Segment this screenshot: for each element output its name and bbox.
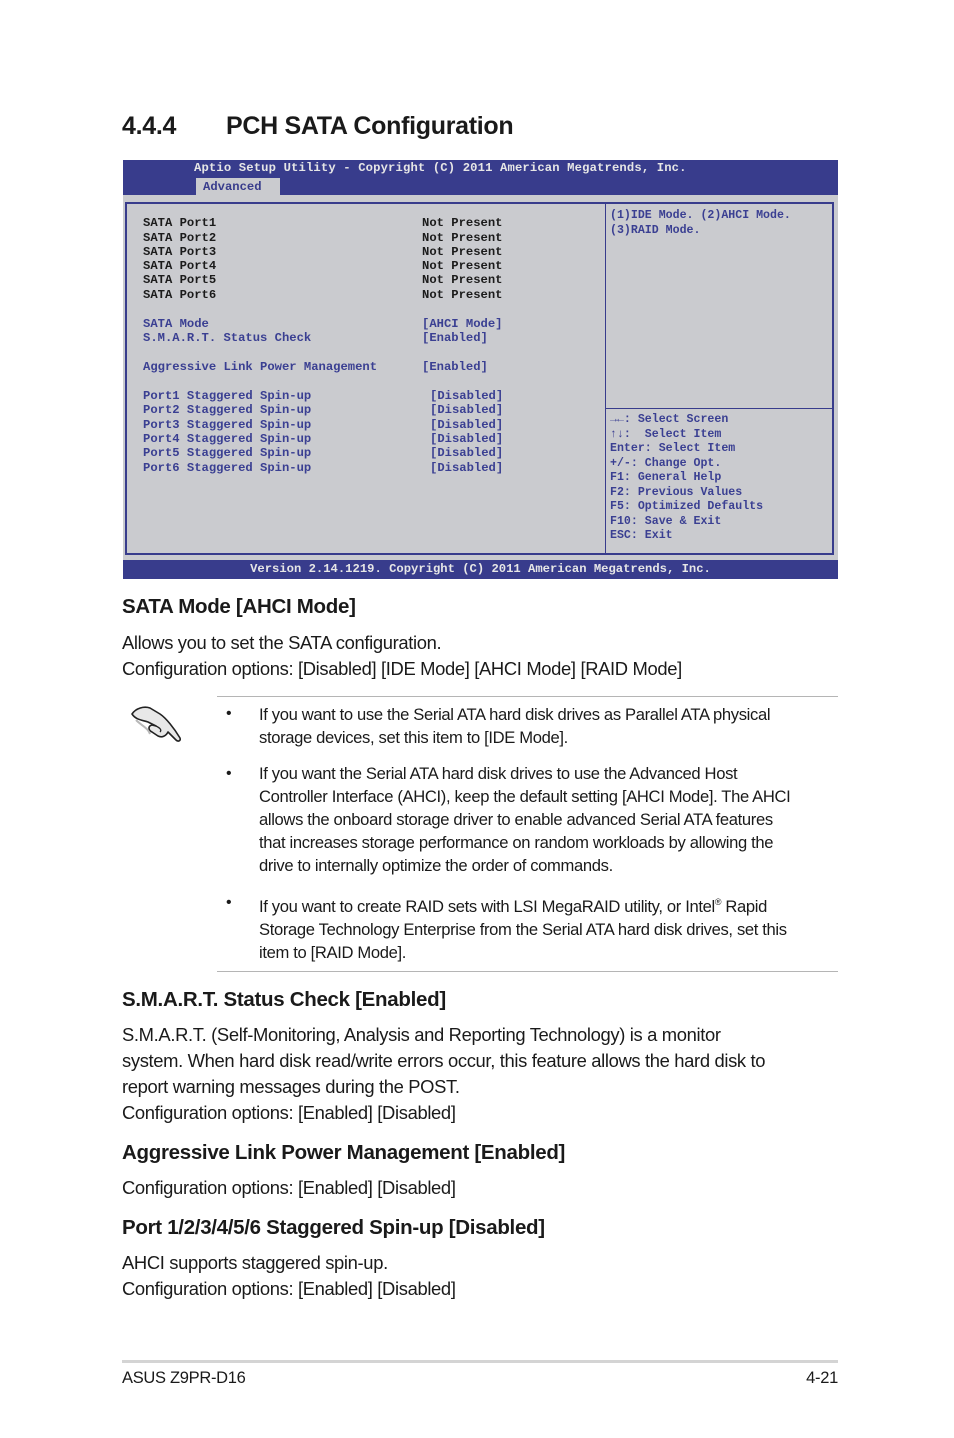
smart-line: S.M.A.R.T. (Self-Monitoring, Analysis an… xyxy=(122,1024,721,1045)
note-top-rule xyxy=(217,696,838,697)
section-number: 4.4.4 xyxy=(122,112,177,140)
note-text: Rapid xyxy=(721,897,767,916)
setting-value: [Disabled] xyxy=(430,389,504,403)
setting-label: Aggressive Link Power Management xyxy=(143,360,378,374)
setting-label: Port2 Staggered Spin-up xyxy=(143,403,312,417)
help-text-line: (3)RAID Mode. xyxy=(610,223,701,237)
sata-port-label: SATA Port5 xyxy=(143,273,217,287)
sata-port-label: SATA Port6 xyxy=(143,288,217,302)
setting-staggered-spin-up[interactable]: Port6 Staggered Spin-up [Disabled] xyxy=(143,461,503,517)
setting-value: [Disabled] xyxy=(430,446,504,460)
bios-header: Aptio Setup Utility - Copyright (C) 2011… xyxy=(123,160,838,195)
help-divider xyxy=(606,408,833,409)
help-text-line: (1)IDE Mode. (2)AHCI Mode. xyxy=(610,209,791,222)
bios-help-panel: (1)IDE Mode. (2)AHCI Mode. (3)RAID Mode.… xyxy=(605,204,833,553)
setting-label: Port1 Staggered Spin-up xyxy=(143,389,312,403)
setting-label: S.M.A.R.T. Status Check xyxy=(143,331,312,345)
tab-advanced[interactable]: Advanced xyxy=(196,178,280,195)
key-legend-f10: F10: Save & Exit xyxy=(610,514,722,528)
setting-label: Port3 Staggered Spin-up xyxy=(143,418,312,432)
setting-label: Port6 Staggered Spin-up xyxy=(143,461,312,475)
key-legend-f5: F5: Optimized Defaults xyxy=(610,500,764,513)
section-title-text: PCH SATA Configuration xyxy=(226,112,514,140)
footer-rule xyxy=(122,1360,838,1363)
bios-body: SATA Port1 Not Present SATA Port2 Not Pr… xyxy=(125,202,834,555)
footer-model: ASUS Z9PR-D16 xyxy=(122,1369,246,1387)
key-legend-f2: F2: Previous Values xyxy=(610,485,743,499)
smart-line: report warning messages during the POST. xyxy=(122,1076,460,1097)
key-legend-enter: Enter: Select Item xyxy=(610,442,736,455)
note-line: storage devices, set this item to [IDE M… xyxy=(259,728,568,747)
sata-port-value: Not Present xyxy=(422,245,503,259)
setting-label: Port5 Staggered Spin-up xyxy=(143,446,312,460)
setting-label: SATA Mode xyxy=(143,317,209,331)
smart-line: system. When hard disk read/write errors… xyxy=(122,1050,766,1071)
bios-header-title: Aptio Setup Utility - Copyright (C) 2011… xyxy=(194,161,687,175)
note-bullet-ide: If you want to use the Serial ATA hard d… xyxy=(259,703,771,749)
sata-port-value: Not Present xyxy=(422,230,503,245)
bullet-icon: • xyxy=(226,894,232,911)
sata-port-label: SATA Port3 xyxy=(143,245,217,259)
note-bullet-ahci: If you want the Serial ATA hard disk dri… xyxy=(259,762,791,877)
note-line: If you want to create RAID sets with LSI… xyxy=(259,891,787,918)
sata-mode-description: Allows you to set the SATA configuration… xyxy=(122,632,442,653)
sata-port-label: SATA Port2 xyxy=(143,230,217,245)
bullet-icon: • xyxy=(226,705,232,722)
bios-settings-panel: SATA Port1 Not Present SATA Port2 Not Pr… xyxy=(127,204,605,553)
key-legend-select-item: ↑↓: Select Item xyxy=(610,427,722,441)
key-legend-esc: ESC: Exit xyxy=(610,529,673,542)
heading-sata-mode: SATA Mode [AHCI Mode] xyxy=(122,595,356,618)
setting-value: [Disabled] xyxy=(430,461,504,475)
sata-port-value: Not Present xyxy=(422,273,503,287)
note-line: Storage Technology Enterprise from the S… xyxy=(259,920,787,939)
note-bullet-raid: If you want to create RAID sets with LSI… xyxy=(259,891,787,964)
setting-value: [Enabled] xyxy=(422,360,488,374)
note-line: If you want to use the Serial ATA hard d… xyxy=(259,705,771,724)
key-legend-select-screen: →←: Select Screen xyxy=(610,413,729,426)
note-line: If you want the Serial ATA hard disk dri… xyxy=(259,764,738,783)
heading-smart: S.M.A.R.T. Status Check [Enabled] xyxy=(122,988,446,1011)
spinup-description: AHCI supports staggered spin-up. xyxy=(122,1252,388,1273)
setting-value: [AHCI Mode] xyxy=(422,317,503,331)
note-line: item to [RAID Mode]. xyxy=(259,943,407,962)
sata-port-label: SATA Port1 xyxy=(143,216,217,230)
note-bottom-rule xyxy=(217,971,838,972)
sata-port-label: SATA Port4 xyxy=(143,259,217,273)
smart-options: Configuration options: [Enabled] [Disabl… xyxy=(122,1102,456,1123)
sata-port-value: Not Present xyxy=(422,288,503,302)
footer-page-number: 4-21 xyxy=(806,1369,838,1387)
setting-value: [Disabled] xyxy=(430,418,504,432)
setting-value: [Disabled] xyxy=(430,403,504,417)
bullet-icon: • xyxy=(226,765,232,782)
note-line: Controller Interface (AHCI), keep the de… xyxy=(259,787,791,806)
key-legend-change-opt: +/-: Change Opt. xyxy=(610,456,722,470)
heading-alpm: Aggressive Link Power Management [Enable… xyxy=(122,1141,566,1164)
note-line: allows the onboard storage driver to ena… xyxy=(259,810,773,829)
section-title: 4.4.4 PCH SATA Configuration xyxy=(122,112,514,141)
bios-footer: Version 2.14.1219. Copyright (C) 2011 Am… xyxy=(123,560,838,579)
sata-port-value: Not Present xyxy=(422,259,503,273)
sata-port-value: Not Present xyxy=(422,216,503,230)
note-line: that increases storage performance on ra… xyxy=(259,833,774,852)
setting-value: [Disabled] xyxy=(430,432,504,446)
heading-staggered-spin-up: Port 1/2/3/4/5/6 Staggered Spin-up [Disa… xyxy=(122,1216,545,1239)
setting-value: [Enabled] xyxy=(422,331,488,345)
sata-mode-options: Configuration options: [Disabled] [IDE M… xyxy=(122,658,682,679)
spinup-options: Configuration options: [Enabled] [Disabl… xyxy=(122,1278,456,1299)
pointing-hand-icon xyxy=(131,706,181,742)
alpm-options: Configuration options: [Enabled] [Disabl… xyxy=(122,1177,456,1198)
bios-screen: Aptio Setup Utility - Copyright (C) 2011… xyxy=(123,160,838,579)
setting-label: Port4 Staggered Spin-up xyxy=(143,432,312,446)
key-legend-f1: F1: General Help xyxy=(610,471,722,484)
note-text: If you want to create RAID sets with LSI… xyxy=(259,897,715,916)
note-line: drive to internally optimize the order o… xyxy=(259,856,613,875)
